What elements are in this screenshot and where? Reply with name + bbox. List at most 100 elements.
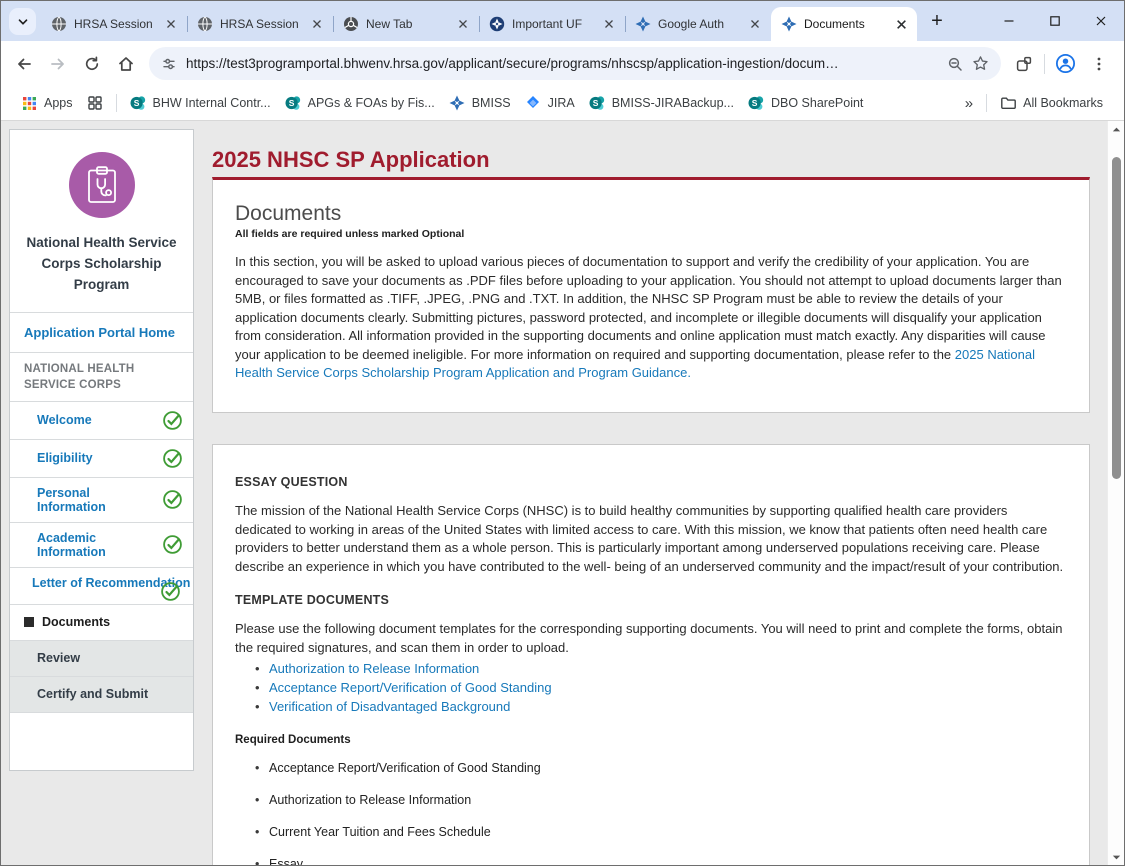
bookmarks-divider [986,94,987,112]
extensions-button[interactable] [1007,47,1041,81]
current-page-square-icon [24,617,34,627]
back-button[interactable] [7,47,41,81]
sharepoint-icon: S [589,95,605,111]
all-bookmarks-label: All Bookmarks [1023,96,1103,110]
tab-title: HRSA Session [74,17,156,31]
list-item: Acceptance Report/Verification of Good S… [269,759,1067,777]
sidebar-item-label[interactable]: Eligibility [37,451,93,465]
sidebar-item-academic-information[interactable]: Academic Information [10,523,193,568]
tab-hrsa-session-1[interactable]: HRSA Session [41,7,187,41]
bookmark-label: BMISS-JIRABackup... [612,96,734,110]
globe-icon [51,16,67,32]
tab-google-auth[interactable]: Google Auth [625,7,771,41]
compass-blue-icon [449,95,465,111]
sidebar-item-documents-current[interactable]: Documents [10,605,193,641]
forward-button[interactable] [41,47,75,81]
sidebar-section-header: NATIONAL HEALTH SERVICE CORPS [10,353,193,402]
sidebar-item-letter-of-recommendation[interactable]: Letter of Recommendation [10,568,193,605]
compass-dark-icon [489,16,505,32]
sidebar-item-label[interactable]: Personal Information [37,486,162,514]
extensions-icon [1015,55,1033,73]
sidebar-item-label: Certify and Submit [37,687,148,701]
page-title: 2025 NHSC SP Application [212,147,490,173]
sidebar-empty-row [10,713,193,770]
sidebar-item-label[interactable]: Academic Information [37,531,162,559]
maximize-button[interactable] [1032,1,1078,41]
tab-title: Google Auth [658,17,740,31]
bookmark-star-icon[interactable] [972,55,989,72]
bookmark-bmiss[interactable]: BMISS [442,92,518,114]
profile-avatar-icon [1055,53,1076,74]
tab-close-icon[interactable] [309,16,325,32]
tab-hrsa-session-2[interactable]: HRSA Session [187,7,333,41]
close-window-button[interactable] [1078,1,1124,41]
check-complete-icon [162,410,183,431]
sidebar-item-label: Documents [42,615,110,629]
bookmark-jira[interactable]: JIRA [518,92,582,114]
page-scrollbar[interactable] [1107,121,1124,866]
list-item: Authorization to Release Information [269,791,1067,809]
svg-text:S: S [592,98,598,108]
sidebar-item-review: Review [10,641,193,677]
bookmark-bhw-internal[interactable]: S BHW Internal Contr... [123,92,278,114]
tab-close-icon[interactable] [163,16,179,32]
svg-text:S: S [752,98,758,108]
reading-list-grid-button[interactable] [80,92,110,114]
bookmarks-overflow-button[interactable]: » [958,92,980,115]
url-text[interactable]: https://test3programportal.bhwenv.hrsa.g… [186,56,938,71]
globe-icon [197,16,213,32]
grid-outline-icon [87,95,103,111]
bookmark-bmiss-jirabackup[interactable]: S BMISS-JIRABackup... [582,92,741,114]
scroll-up-arrow[interactable] [1108,121,1124,138]
application-sidebar: National Health Service Corps Scholarshi… [9,129,194,771]
zoom-icon[interactable] [947,56,963,72]
sidebar-item-label[interactable]: Welcome [37,413,92,427]
site-settings-tune-icon[interactable] [161,56,177,72]
template-link-acceptance-report[interactable]: Acceptance Report/Verification of Good S… [269,680,552,695]
browser-menu-button[interactable] [1082,47,1116,81]
list-item: Authorization to Release Information [269,660,1067,679]
tab-close-icon[interactable] [893,16,909,32]
sidebar-item-personal-information[interactable]: Personal Information [10,478,193,523]
bookmark-dbo-sharepoint[interactable]: S DBO SharePoint [741,92,870,114]
intro-text: In this section, you will be asked to up… [235,254,1062,362]
home-button[interactable] [109,47,143,81]
refresh-button[interactable] [75,47,109,81]
sidebar-item-eligibility[interactable]: Eligibility [10,440,193,478]
required-fields-note: All fields are required unless marked Op… [235,228,1067,240]
tab-close-icon[interactable] [455,16,471,32]
bookmark-apgs-foas[interactable]: S APGs & FOAs by Fis... [278,92,442,114]
tab-important-uf[interactable]: Important UF [479,7,625,41]
tab-title: New Tab [366,17,448,31]
tab-title: HRSA Session [220,17,302,31]
scroll-down-arrow[interactable] [1108,849,1124,866]
svg-text:S: S [288,98,294,108]
list-item: Verification of Disadvantaged Background [269,698,1067,717]
new-tab-button[interactable]: + [924,8,950,34]
browser-window: HRSA Session HRSA Session New Tab Import… [0,0,1125,866]
sidebar-item-application-portal-home[interactable]: Application Portal Home [10,313,193,353]
tab-close-icon[interactable] [747,16,763,32]
sidebar-item-welcome[interactable]: Welcome [10,402,193,440]
essay-question-text: The mission of the National Health Servi… [235,502,1067,576]
window-controls [986,1,1124,41]
tab-search-button[interactable] [9,8,36,35]
page-content: National Health Service Corps Scholarshi… [1,121,1124,866]
address-bar[interactable]: https://test3programportal.bhwenv.hrsa.g… [149,47,1001,80]
scrollbar-thumb[interactable] [1112,157,1121,479]
documents-intro-card: Documents All fields are required unless… [212,177,1090,413]
tab-close-icon[interactable] [601,16,617,32]
tab-strip: HRSA Session HRSA Session New Tab Import… [1,1,1124,41]
folder-icon [1000,95,1016,111]
template-link-disadvantaged-background[interactable]: Verification of Disadvantaged Background [269,699,510,714]
tab-documents-active[interactable]: Documents [771,7,917,41]
apps-shortcut[interactable]: Apps [15,93,80,114]
chrome-icon [343,16,359,32]
all-bookmarks-button[interactable]: All Bookmarks [993,92,1110,114]
template-link-authorization[interactable]: Authorization to Release Information [269,661,479,676]
profile-button[interactable] [1048,47,1082,81]
bookmark-label: APGs & FOAs by Fis... [308,96,435,110]
tab-new-tab[interactable]: New Tab [333,7,479,41]
tab-title: Documents [804,17,886,31]
minimize-button[interactable] [986,1,1032,41]
